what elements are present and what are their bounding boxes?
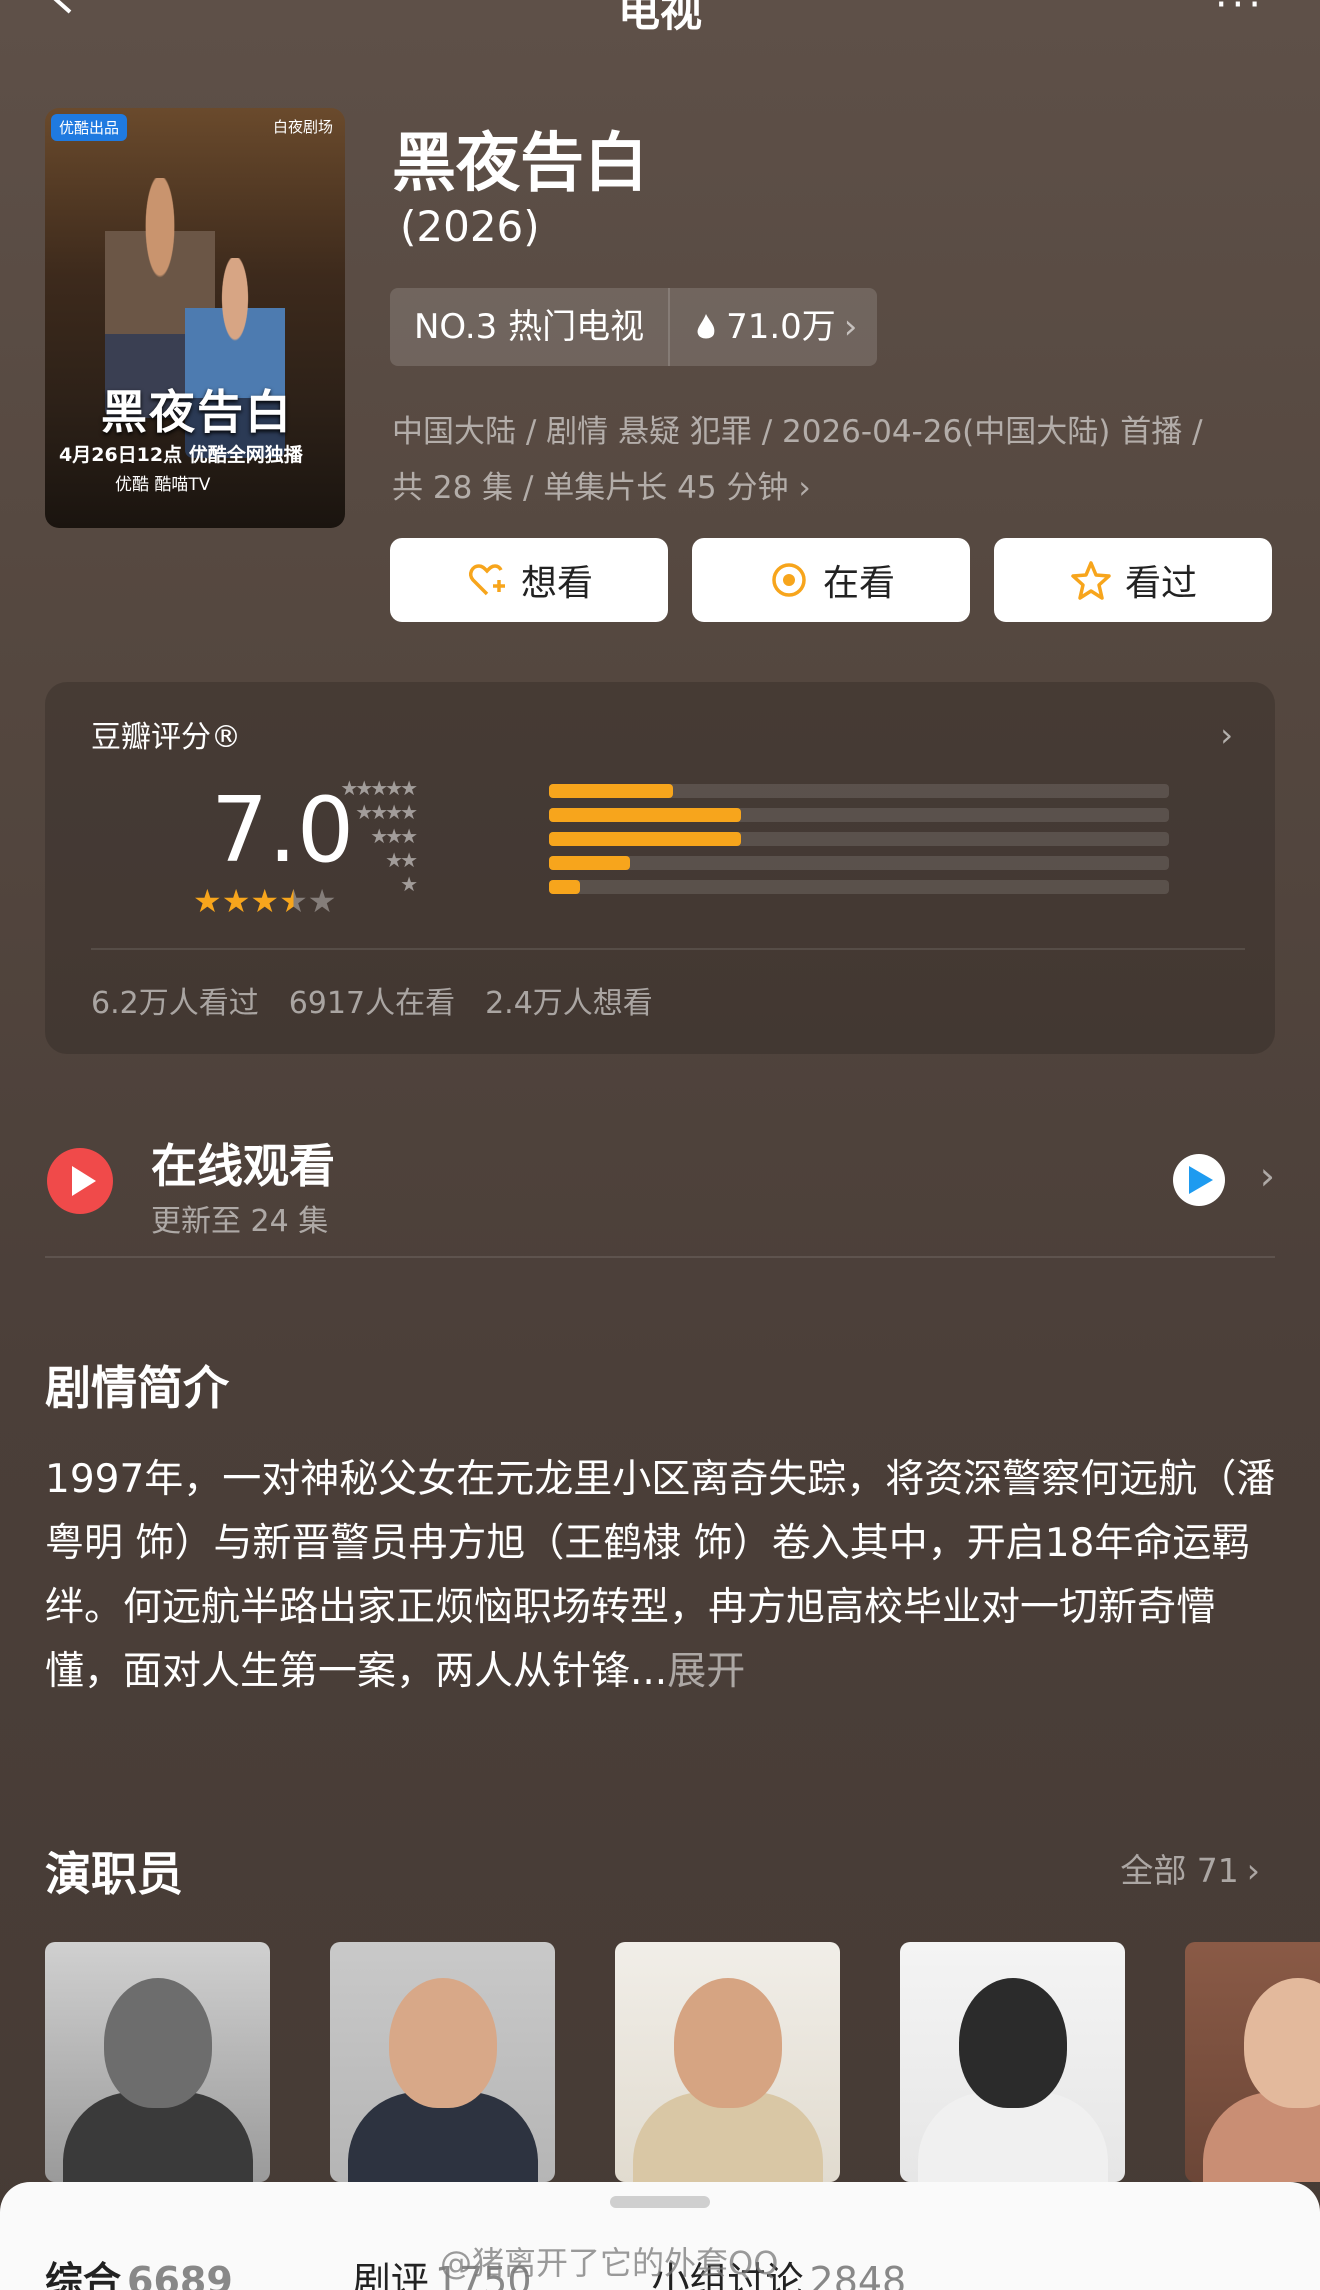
rating-bar-stars: ★★★: [370, 824, 418, 848]
sheet-handle[interactable]: [610, 2196, 710, 2208]
cast-photo[interactable]: [615, 1942, 840, 2182]
poster-badge: 优酷出品: [51, 114, 128, 141]
rating-bar-stars: ★★: [385, 848, 418, 872]
synopsis-body: 1997年，一对神秘父女在元龙里小区离奇失踪，将资深警察何远航（潘粤明 饰）与新…: [45, 1457, 1276, 1694]
watching-label: 在看: [822, 563, 895, 604]
watching-count: 6917人在看: [288, 986, 456, 1021]
star-icon: ★: [221, 882, 251, 920]
tab-comprehensive[interactable]: 综合 6689: [45, 2250, 233, 2290]
cast-photo[interactable]: [330, 1942, 555, 2182]
heat-value: 71.0万: [726, 307, 836, 347]
action-buttons: 想看 在看 看过: [390, 538, 1272, 622]
cast-all-link[interactable]: 全部 71 ›: [1120, 1844, 1260, 1892]
rating-bar-row: ★★★: [370, 824, 1185, 850]
show-title: 黑夜告白: [392, 127, 648, 201]
cast-photo[interactable]: [1185, 1942, 1320, 2182]
nav-title: 电视: [617, 0, 702, 36]
divider: [45, 1256, 1275, 1258]
rating-bar-row: ★: [385, 872, 1185, 898]
expand-link[interactable]: 展开: [667, 1649, 745, 1694]
page: 电视 ··· 优酷出品 白夜剧场 黑夜告白 4月26日12点 优酷全网独播 优酷…: [0, 0, 1320, 2290]
divider: [91, 948, 1245, 950]
youku-icon: [1173, 1154, 1225, 1206]
more-icon[interactable]: ···: [1215, 0, 1265, 28]
rating-bar-fill: [549, 784, 673, 798]
heat-indicator[interactable]: 71.0万 ›: [668, 288, 877, 366]
poster-studio: 白夜剧场: [272, 118, 333, 136]
cast-heading: 演职员: [45, 1847, 183, 1901]
show-year: (2026): [400, 202, 540, 251]
chevron-right-icon: ›: [1220, 716, 1233, 754]
star-icon: [1071, 561, 1111, 600]
star-icon: ★: [250, 882, 280, 920]
poster-date: 4月26日12点 优酷全网独播: [59, 444, 303, 466]
poster-title: 黑夜告白: [101, 385, 293, 439]
bottom-sheet[interactable]: 综合 6689 剧评 1750 小组讨论 2848 @猪离开了它的外套QQ: [0, 2182, 1320, 2290]
rating-bar-track: [549, 880, 1169, 894]
show-meta[interactable]: 中国大陆 / 剧情 悬疑 犯罪 / 2026-04-26(中国大陆) 首播 / …: [392, 404, 1282, 516]
chevron-right-icon: ›: [1259, 1154, 1275, 1198]
rating-bar-track: [549, 856, 1169, 870]
rating-bar-stars: ★: [400, 872, 418, 896]
cast-all-label: 全部 71: [1120, 1851, 1239, 1890]
fire-icon: [697, 314, 715, 339]
synopsis-heading: 剧情简介: [45, 1361, 229, 1415]
want-button[interactable]: 想看: [390, 538, 668, 622]
rating-bar-row: ★★★★★: [340, 776, 1185, 802]
target-icon: [772, 563, 806, 597]
watched-count: 6.2万人看过: [91, 986, 259, 1021]
synopsis-text: 1997年，一对神秘父女在元龙里小区离奇失踪，将资深警察何远航（潘粤明 饰）与新…: [45, 1448, 1285, 1704]
watched-label: 看过: [1124, 563, 1197, 604]
rating-distribution: ★★★★★ ★★★★ ★★★ ★★ ★: [340, 776, 1185, 898]
poster-image[interactable]: 优酷出品 白夜剧场 黑夜告白 4月26日12点 优酷全网独播 优酷 酷喵TV: [45, 108, 345, 528]
star-icon: ★: [193, 882, 222, 920]
play-icon: [47, 1148, 113, 1214]
star-icon: ★: [307, 882, 337, 920]
top-nav: 电视 ···: [0, 0, 1320, 40]
rating-bar-fill: [549, 880, 580, 894]
rating-bar-stars: ★★★★★: [340, 776, 418, 800]
online-watch-subtitle: 更新至 24 集: [151, 1204, 329, 1239]
rating-bar-row: ★★: [385, 848, 1185, 874]
meta-line: 共 28 集 / 单集片长 45 分钟 ›: [392, 470, 811, 506]
rating-bar-fill: [549, 808, 742, 822]
rating-card[interactable]: 豆瓣评分® › 7.0 ★★★★★ ★★★★★ ★★★★ ★★★ ★★ ★ 6.2万人看…: [45, 682, 1275, 1054]
cast-photo[interactable]: [900, 1942, 1125, 2182]
online-watch-title: 在线观看: [151, 1139, 335, 1193]
chevron-right-icon: ›: [798, 470, 811, 506]
half-star-icon: ★: [279, 882, 308, 920]
cast-list: [45, 1942, 1320, 2182]
rank-label: NO.3 热门电视: [414, 307, 645, 347]
cast-photo[interactable]: [45, 1942, 270, 2182]
want-count: 2.4万人想看: [485, 986, 653, 1021]
rank-badge[interactable]: NO.3 热门电视 71.0万 ›: [390, 288, 878, 366]
rating-score: 7.0: [211, 778, 355, 883]
rating-bar-row: ★★★★: [355, 800, 1185, 826]
meta-line: 中国大陆 / 剧情 悬疑 犯罪 / 2026-04-26(中国大陆) 首播 /: [392, 414, 1203, 450]
chevron-right-icon: ›: [843, 307, 858, 347]
rating-bar-fill: [549, 832, 742, 846]
online-watch-row[interactable]: 在线观看 更新至 24 集 ›: [45, 1118, 1275, 1258]
watermark: @猪离开了它的外套QQ: [440, 2244, 779, 2282]
rating-bar-track: [549, 832, 1169, 846]
rating-bar-track: [549, 808, 1169, 822]
rating-stars: ★★★★★: [193, 882, 336, 920]
poster-platforms: 优酷 酷喵TV: [115, 475, 211, 495]
rating-bar-track: [549, 784, 1169, 798]
heart-plus-icon: [469, 564, 505, 596]
want-label: 想看: [520, 563, 593, 604]
watching-button[interactable]: 在看: [692, 538, 970, 622]
rating-counts: 6.2万人看过 6917人在看 2.4万人想看: [91, 978, 653, 1022]
watched-button[interactable]: 看过: [994, 538, 1272, 622]
chevron-right-icon: ›: [1246, 1851, 1260, 1890]
rating-bar-fill: [549, 856, 630, 870]
rating-label: 豆瓣评分®: [91, 720, 241, 755]
rating-bar-stars: ★★★★: [355, 800, 418, 824]
